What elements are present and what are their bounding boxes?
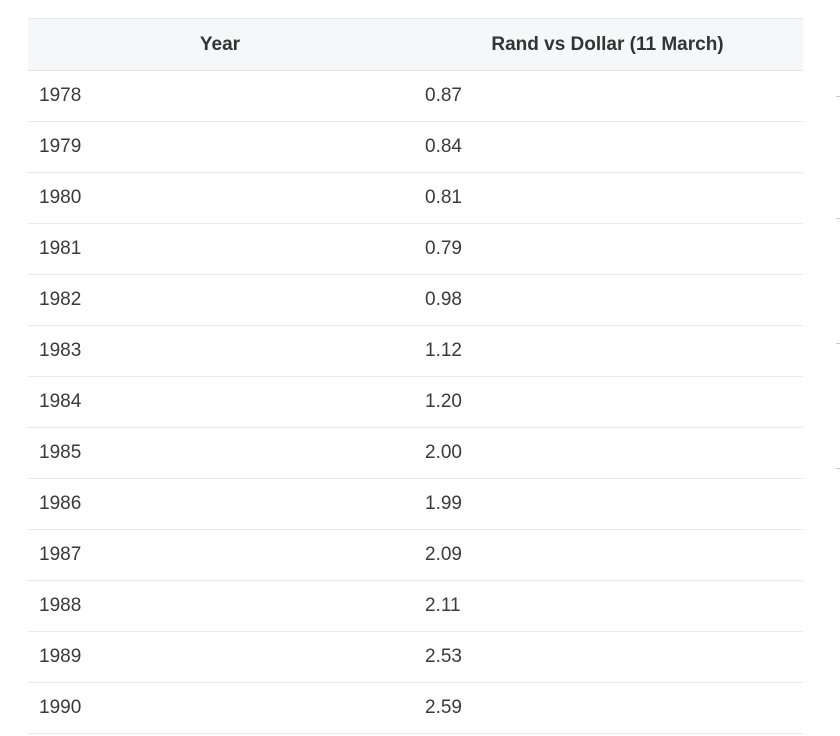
table-row: 1978 0.87 <box>28 70 803 122</box>
table-row: 1986 1.99 <box>28 478 803 530</box>
rate-cell: 2.53 <box>412 631 803 683</box>
page-edge-tick <box>836 343 840 344</box>
table-row: 1990 2.59 <box>28 682 803 734</box>
rate-cell: 0.98 <box>412 274 803 326</box>
table-row: 1988 2.11 <box>28 580 803 632</box>
rate-cell: 0.87 <box>412 70 803 122</box>
year-cell: 1985 <box>28 427 412 479</box>
rate-cell: 0.81 <box>412 172 803 224</box>
rate-cell: 1.20 <box>412 376 803 428</box>
year-cell: 1989 <box>28 631 412 683</box>
table-row: 1982 0.98 <box>28 274 803 326</box>
rate-cell: 2.00 <box>412 427 803 479</box>
year-cell: 1983 <box>28 325 412 377</box>
table-body: 1978 0.87 1979 0.84 1980 0.81 1981 0.79 … <box>28 70 803 734</box>
rate-cell: 1.99 <box>412 478 803 530</box>
table-header-row: Year Rand vs Dollar (11 March) <box>28 18 803 71</box>
year-cell: 1986 <box>28 478 412 530</box>
page-edge-tick <box>836 468 840 469</box>
table-row: 1979 0.84 <box>28 121 803 173</box>
year-cell: 1984 <box>28 376 412 428</box>
page-edge-tick <box>836 218 840 219</box>
table-row: 1985 2.00 <box>28 427 803 479</box>
rate-cell: 1.12 <box>412 325 803 377</box>
page-edge-tick <box>836 96 840 97</box>
table-row: 1987 2.09 <box>28 529 803 581</box>
year-cell: 1988 <box>28 580 412 632</box>
rate-cell: 2.09 <box>412 529 803 581</box>
rate-cell: 0.79 <box>412 223 803 275</box>
year-cell: 1979 <box>28 121 412 173</box>
year-cell: 1982 <box>28 274 412 326</box>
table-row: 1983 1.12 <box>28 325 803 377</box>
year-cell: 1981 <box>28 223 412 275</box>
year-cell: 1987 <box>28 529 412 581</box>
year-cell: 1978 <box>28 70 412 122</box>
header-year: Year <box>28 18 412 71</box>
exchange-rate-table: Year Rand vs Dollar (11 March) 1978 0.87… <box>28 18 803 734</box>
exchange-rate-table-container: Year Rand vs Dollar (11 March) 1978 0.87… <box>28 18 803 734</box>
table-header: Year Rand vs Dollar (11 March) <box>28 18 803 71</box>
year-cell: 1980 <box>28 172 412 224</box>
rate-cell: 0.84 <box>412 121 803 173</box>
year-cell: 1990 <box>28 682 412 734</box>
table-row: 1989 2.53 <box>28 631 803 683</box>
rate-cell: 2.11 <box>412 580 803 632</box>
rate-cell: 2.59 <box>412 682 803 734</box>
table-row: 1980 0.81 <box>28 172 803 224</box>
table-row: 1981 0.79 <box>28 223 803 275</box>
table-row: 1984 1.20 <box>28 376 803 428</box>
header-rand-vs-dollar: Rand vs Dollar (11 March) <box>412 18 803 71</box>
